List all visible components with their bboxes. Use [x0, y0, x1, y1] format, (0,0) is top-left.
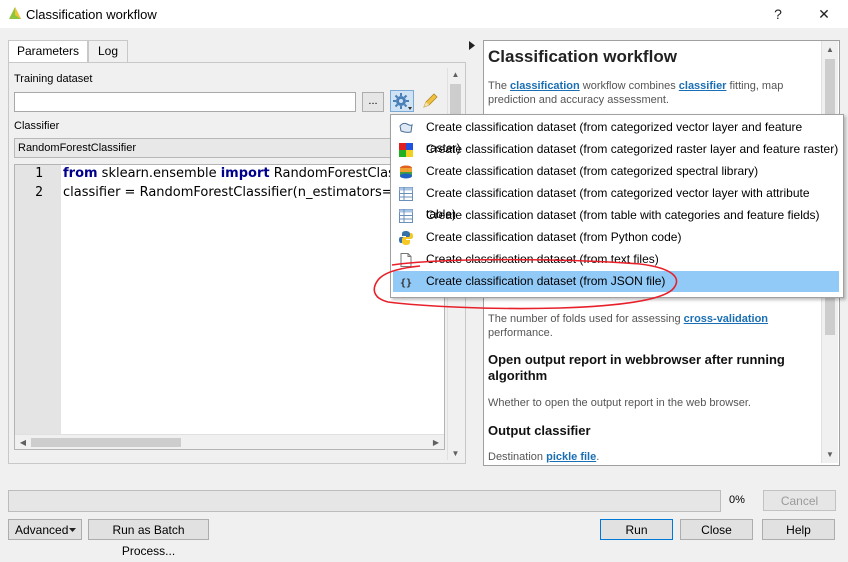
menu-item-text-files[interactable]: Create classification dataset (from text… [393, 249, 839, 270]
help-title-button[interactable]: ? [766, 4, 790, 24]
tab-log[interactable]: Log [88, 40, 128, 62]
json-icon: {} [400, 278, 412, 289]
menu-item-json-file[interactable]: {} Create classification dataset (from J… [393, 271, 839, 292]
training-dataset-label: Training dataset [14, 73, 93, 85]
scroll-left-icon[interactable]: ◀ [18, 438, 28, 447]
folds-text: The number of folds used for assessing c… [488, 312, 818, 340]
cancel-button[interactable]: Cancel [763, 490, 836, 511]
open-report-heading: Open output report in webbrowser after r… [488, 352, 785, 383]
svg-text:{}: {} [400, 278, 412, 289]
open-report-text: Whether to open the output report in the… [488, 397, 751, 409]
run-button[interactable]: Run [600, 519, 673, 540]
code-editor[interactable]: 1 from sklearn.ensemble import RandomFor… [14, 164, 445, 450]
menu-item-label: Create classification dataset (from tabl… [426, 208, 820, 222]
classifier-link[interactable]: classifier [679, 80, 727, 92]
keyword: from [63, 166, 98, 181]
close-window-button[interactable]: ✕ [812, 4, 836, 24]
menu-item-vector-attribute-table[interactable]: Create classification dataset (from cate… [393, 183, 839, 221]
help-title: Classification workflow [488, 47, 677, 66]
table-icon [399, 187, 413, 201]
line-number: 2 [35, 185, 43, 200]
help-button[interactable]: Help [762, 519, 835, 540]
cross-validation-link[interactable]: cross-validation [684, 313, 768, 325]
create-dataset-menu: Create classification dataset (from cate… [390, 114, 844, 298]
vector-polygon-icon [399, 122, 413, 133]
advanced-label: Advanced [15, 523, 69, 537]
advanced-button[interactable]: Advanced [8, 519, 82, 540]
code-text: sklearn.ensemble [97, 166, 221, 181]
menu-item-label: Create classification dataset (from cate… [426, 142, 839, 156]
title-bar: Classification workflow ? ✕ [0, 0, 848, 28]
line-number-gutter [15, 165, 61, 449]
menu-item-python-code[interactable]: Create classification dataset (from Pyth… [393, 227, 839, 248]
classifier-label: Classifier [14, 120, 60, 132]
spectral-library-icon [400, 165, 412, 179]
progress-bar [8, 490, 721, 512]
code-text: RandomForestClas [269, 166, 395, 181]
menu-item-table-feature-fields[interactable]: Create classification dataset (from tabl… [393, 205, 839, 226]
dropdown-arrow-icon [69, 528, 76, 532]
text-file-icon [400, 253, 412, 267]
window-title: Classification workflow [26, 7, 157, 22]
output-classifier-text: Destination pickle file. [488, 450, 599, 464]
progress-percent: 0% [729, 494, 745, 506]
text: The number of folds used for assessing [488, 313, 684, 325]
menu-item-label: Create classification dataset (from JSON… [426, 274, 666, 288]
gear-dropdown-icon [393, 93, 412, 110]
run-batch-button[interactable]: Run as Batch Process... [88, 519, 209, 558]
scroll-down-icon[interactable]: ▼ [822, 450, 838, 459]
scroll-up-icon[interactable]: ▲ [448, 70, 463, 79]
classification-link[interactable]: classification [510, 80, 580, 92]
text: . [596, 451, 600, 463]
menu-item-vector-feature-raster[interactable]: Create classification dataset (from cate… [393, 117, 839, 155]
text: performance. [488, 327, 553, 339]
menu-item-spectral-library[interactable]: Create classification dataset (from cate… [393, 161, 839, 182]
qgis-app-icon [9, 7, 21, 19]
text: Destination [488, 451, 547, 463]
training-dataset-input[interactable] [14, 92, 356, 112]
raster-icon [399, 143, 413, 157]
create-dataset-button[interactable] [390, 90, 414, 112]
output-classifier-heading: Output classifier [488, 423, 591, 438]
python-icon [399, 231, 413, 245]
pencil-icon[interactable] [421, 92, 439, 110]
scroll-up-icon[interactable]: ▲ [822, 45, 838, 54]
line-number: 1 [35, 166, 43, 181]
close-button[interactable]: Close [680, 519, 753, 540]
text: The [488, 80, 511, 92]
menu-item-label: Create classification dataset (from cate… [426, 164, 759, 178]
menu-item-label: Create classification dataset (from text… [426, 252, 659, 266]
menu-item-raster-feature-raster[interactable]: Create classification dataset (from cate… [393, 139, 839, 160]
scroll-down-icon[interactable]: ▼ [448, 449, 463, 458]
pickle-file-link[interactable]: pickle file [546, 451, 596, 463]
classifier-select[interactable]: RandomForestClassifier [14, 138, 394, 158]
scroll-right-icon[interactable]: ▶ [431, 438, 441, 447]
collapse-arrow-icon[interactable] [469, 41, 475, 50]
hscroll-thumb[interactable] [31, 438, 181, 447]
tab-parameters[interactable]: Parameters [8, 40, 88, 63]
table-icon [399, 209, 413, 223]
editor-hscrollbar[interactable]: ◀ ▶ [15, 434, 444, 449]
help-intro: The classification workflow combines cla… [488, 79, 818, 107]
keyword: import [220, 166, 270, 181]
code-line[interactable]: classifier = RandomForestClassifier(n_es… [63, 185, 393, 200]
code-line[interactable]: from sklearn.ensemble import RandomFores… [63, 166, 395, 181]
browse-button[interactable]: ... [362, 92, 384, 112]
text: workflow combines [579, 80, 679, 92]
menu-item-label: Create classification dataset (from Pyth… [426, 230, 682, 244]
